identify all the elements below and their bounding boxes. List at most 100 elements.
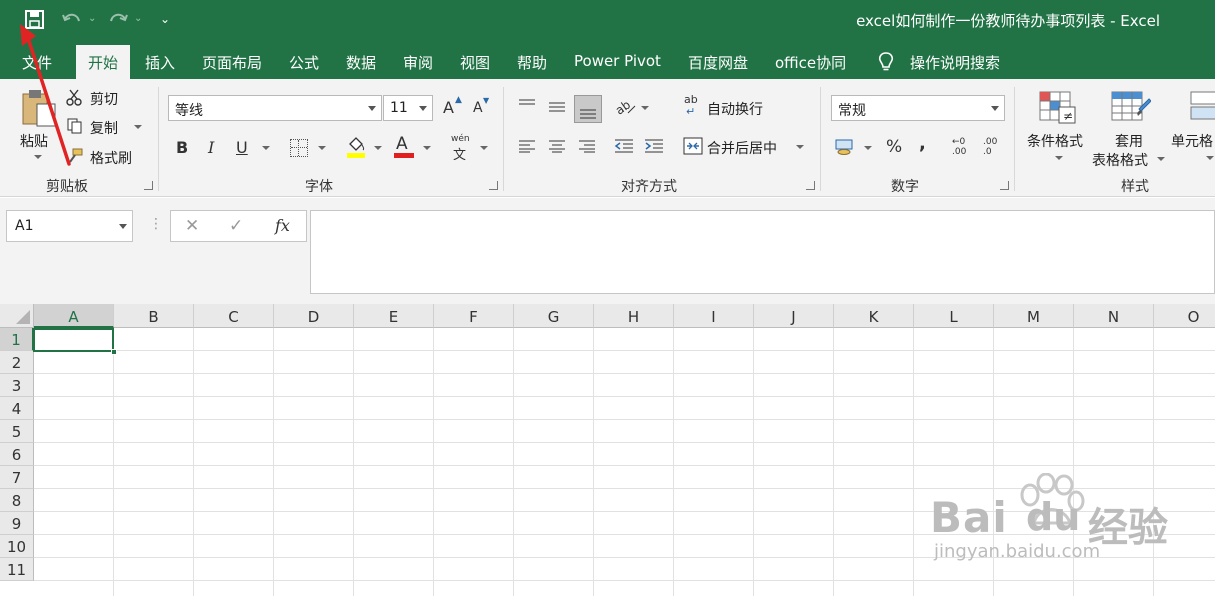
cancel-entry-icon[interactable]: ✕ — [185, 216, 199, 236]
wrap-text-button[interactable]: 自动换行 — [707, 99, 763, 119]
cell-styles-dropdown-icon[interactable] — [1206, 156, 1214, 160]
phonetic-dropdown-icon[interactable] — [480, 146, 488, 150]
fill-color-dropdown-icon[interactable] — [374, 146, 382, 150]
orientation-icon[interactable]: ab — [613, 97, 636, 118]
format-as-table-line1[interactable]: 套用 — [1115, 131, 1143, 151]
decrease-indent-icon[interactable] — [614, 138, 634, 154]
active-cell-a1[interactable] — [33, 328, 114, 352]
increase-decimal-button[interactable]: ←0.00 — [952, 137, 966, 157]
format-as-table-button[interactable]: 表格格式 — [1092, 150, 1148, 170]
gridline-vertical — [753, 328, 754, 596]
column-header-i[interactable]: I — [674, 304, 754, 328]
row-header-11[interactable]: 11 — [0, 558, 34, 581]
font-size-select[interactable]: 11 — [383, 95, 433, 121]
tab-baidu-netdisk[interactable]: 百度网盘 — [688, 52, 748, 73]
confirm-entry-icon[interactable]: ✓ — [229, 216, 243, 236]
column-header-n[interactable]: N — [1074, 304, 1154, 328]
row-header-1[interactable]: 1 — [0, 328, 34, 351]
comma-style-button[interactable]: , — [919, 133, 926, 154]
row-header-4[interactable]: 4 — [0, 397, 34, 420]
tab-power-pivot[interactable]: Power Pivot — [574, 52, 661, 70]
formula-bar-grip-icon[interactable]: ⋮ — [149, 216, 163, 232]
grow-arrow-icon: ▲ — [455, 95, 462, 105]
font-name-select[interactable]: 等线 — [168, 95, 382, 121]
borders-dropdown-icon[interactable] — [318, 146, 326, 150]
orientation-dropdown-icon[interactable] — [641, 106, 649, 110]
font-color-dropdown-icon[interactable] — [423, 146, 431, 150]
cell-styles-icon[interactable] — [1190, 91, 1215, 125]
row-header-8[interactable]: 8 — [0, 489, 34, 512]
tab-review[interactable]: 审阅 — [403, 52, 433, 73]
gridline-vertical — [833, 328, 834, 596]
column-header-c[interactable]: C — [194, 304, 274, 328]
alignment-launcher-icon[interactable] — [806, 181, 815, 190]
select-all-button[interactable] — [0, 304, 34, 328]
tab-data[interactable]: 数据 — [346, 52, 376, 73]
phonetic-guide-icon[interactable]: 文 — [453, 144, 466, 163]
number-launcher-icon[interactable] — [1000, 181, 1009, 190]
name-box[interactable]: A1 — [6, 210, 133, 242]
align-right-icon[interactable] — [578, 139, 596, 153]
column-header-h[interactable]: H — [594, 304, 674, 328]
decrease-font-size-button[interactable]: A — [473, 100, 483, 116]
underline-button[interactable]: U — [236, 138, 248, 157]
increase-font-size-button[interactable]: A — [443, 98, 454, 117]
tab-office-collab[interactable]: office协同 — [775, 52, 846, 73]
tell-me-search[interactable]: 操作说明搜索 — [910, 52, 1000, 73]
align-top-icon[interactable] — [518, 99, 536, 113]
currency-icon[interactable] — [835, 137, 857, 157]
insert-function-button[interactable]: fx — [275, 216, 290, 235]
percent-button[interactable]: % — [886, 137, 902, 157]
tab-help[interactable]: 帮助 — [517, 52, 547, 73]
font-color-button[interactable]: A — [396, 134, 408, 154]
conditional-formatting-icon[interactable]: ≠ — [1039, 91, 1077, 125]
column-header-j[interactable]: J — [754, 304, 834, 328]
decrease-decimal-button[interactable]: .00.0 — [983, 137, 997, 157]
italic-button[interactable]: I — [208, 138, 214, 157]
borders-icon[interactable] — [290, 139, 308, 157]
column-header-m[interactable]: M — [994, 304, 1074, 328]
column-header-d[interactable]: D — [274, 304, 354, 328]
increase-indent-icon[interactable] — [644, 138, 664, 154]
underline-dropdown-icon[interactable] — [262, 146, 270, 150]
row-header-10[interactable]: 10 — [0, 535, 34, 558]
align-center-icon[interactable] — [548, 139, 566, 153]
align-middle-icon[interactable] — [548, 99, 566, 113]
fill-color-icon[interactable] — [345, 135, 367, 159]
row-header-7[interactable]: 7 — [0, 466, 34, 489]
column-header-e[interactable]: E — [354, 304, 434, 328]
phonetic-pinyin[interactable]: wén — [451, 134, 470, 144]
align-bottom-icon[interactable] — [574, 95, 602, 123]
font-launcher-icon[interactable] — [489, 181, 498, 190]
format-table-dropdown-icon[interactable] — [1157, 157, 1165, 161]
chevron-down-icon[interactable] — [119, 224, 127, 229]
row-header-6[interactable]: 6 — [0, 443, 34, 466]
formula-input[interactable] — [310, 210, 1215, 294]
row-header-9[interactable]: 9 — [0, 512, 34, 535]
conditional-dropdown-icon[interactable] — [1055, 156, 1063, 160]
column-header-l[interactable]: L — [914, 304, 994, 328]
row-header-2[interactable]: 2 — [0, 351, 34, 374]
conditional-formatting-button[interactable]: 条件格式 — [1027, 131, 1083, 151]
column-header-a[interactable]: A — [34, 304, 114, 328]
merge-center-button[interactable]: 合并后居中 — [707, 138, 777, 158]
column-header-k[interactable]: K — [834, 304, 914, 328]
cell-styles-button[interactable]: 单元格 — [1171, 131, 1213, 151]
tab-view[interactable]: 视图 — [460, 52, 490, 73]
row-header-3[interactable]: 3 — [0, 374, 34, 397]
tab-page-layout[interactable]: 页面布局 — [202, 52, 262, 73]
column-header-f[interactable]: F — [434, 304, 514, 328]
fill-handle[interactable] — [111, 349, 117, 355]
currency-dropdown-icon[interactable] — [864, 146, 872, 150]
merge-center-icon[interactable] — [683, 137, 703, 155]
column-header-g[interactable]: G — [514, 304, 594, 328]
format-as-table-icon[interactable] — [1111, 91, 1152, 125]
merge-dropdown-icon[interactable] — [796, 145, 804, 149]
column-header-b[interactable]: B — [114, 304, 194, 328]
align-left-icon[interactable] — [518, 139, 536, 153]
number-format-select[interactable]: 常规 — [831, 95, 1005, 121]
row-header-5[interactable]: 5 — [0, 420, 34, 443]
tab-formulas[interactable]: 公式 — [289, 52, 319, 73]
column-header-o[interactable]: O — [1154, 304, 1215, 328]
chevron-down-icon — [368, 106, 376, 111]
